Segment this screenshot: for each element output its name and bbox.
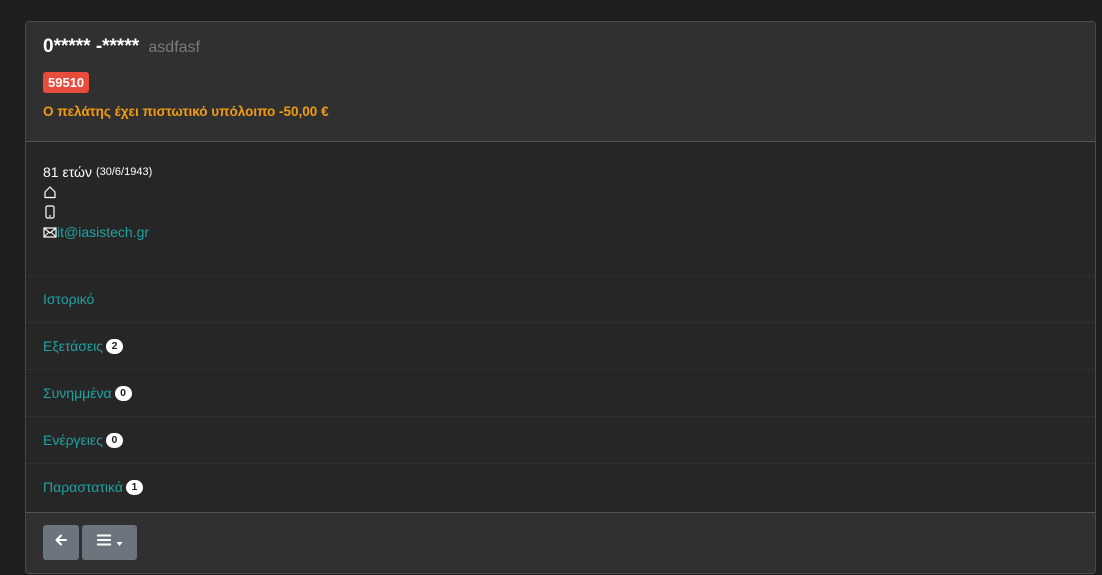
count-badge: 0: [114, 385, 132, 401]
customer-card: 0***** -***** asdfasf 59510 Ο πελάτης έχ…: [25, 21, 1096, 574]
menu-item-label[interactable]: Παραστατικά: [43, 479, 123, 495]
mobile-icon: [43, 205, 57, 219]
back-arrow-icon: [54, 533, 68, 552]
menu-item-history[interactable]: Ιστορικό: [26, 275, 1095, 322]
email-link[interactable]: it@iasistech.gr: [57, 224, 149, 240]
menu-item-label[interactable]: Συνημμένα: [43, 385, 112, 401]
envelope-icon: [43, 225, 57, 239]
menu-item-attachments[interactable]: Συνημμένα 0: [26, 369, 1095, 416]
card-header: 0***** -***** asdfasf 59510 Ο πελάτης έχ…: [26, 22, 1095, 142]
phone-row: [43, 202, 1095, 222]
home-icon: [43, 185, 57, 199]
count-badge: 2: [106, 338, 124, 354]
address-row: [43, 182, 1095, 202]
menu-item-exams[interactable]: Εξετάσεις 2: [26, 322, 1095, 369]
age-row: 81 ετών (30/6/1943): [43, 162, 1095, 182]
customer-code-badge: 59510: [43, 72, 90, 93]
birthdate-text: (30/6/1943): [95, 166, 153, 178]
customer-title: 0***** -***** asdfasf: [43, 36, 1095, 62]
caret-down-icon: [116, 534, 123, 552]
customer-name: 0***** -*****: [43, 36, 140, 57]
credit-balance-notice: Ο πελάτης έχει πιστωτικό υπόλοιπο -50,00…: [43, 104, 329, 119]
count-badge: 0: [105, 432, 123, 448]
menu-item-documents[interactable]: Παραστατικά 1: [26, 463, 1095, 510]
menu-item-label[interactable]: Ενέργειες: [43, 432, 103, 448]
actions-menu-button[interactable]: [82, 525, 137, 560]
back-button[interactable]: [43, 525, 79, 560]
email-row: it@iasistech.gr: [43, 222, 1095, 242]
menu-item-label[interactable]: Εξετάσεις: [43, 338, 103, 354]
menu-item-label[interactable]: Ιστορικό: [43, 291, 94, 307]
customer-subname: asdfasf: [148, 39, 200, 56]
count-badge: 1: [125, 479, 143, 495]
customer-info: 81 ετών (30/6/1943) it@iasistech.gr: [26, 142, 1095, 275]
menu-hamburger-icon: [96, 533, 112, 552]
menu-item-actions[interactable]: Ενέργειες 0: [26, 416, 1095, 463]
card-footer: [26, 512, 1095, 573]
age-text: 81 ετών: [43, 164, 92, 180]
